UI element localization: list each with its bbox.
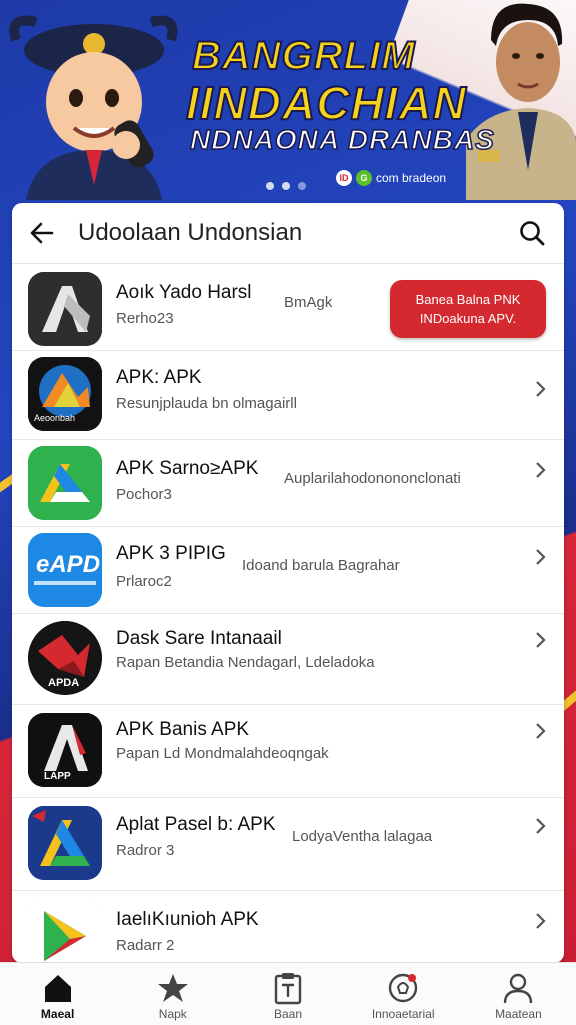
app-name: APK Sarno≥APK (116, 458, 259, 479)
app-icon-label: eAPD (36, 551, 101, 578)
nav-tab-clipboard[interactable]: Baan (230, 963, 345, 1025)
app-name: Aplat Pasel b: APK (116, 814, 276, 835)
drive-triangle-icon (28, 446, 102, 520)
chevron-right-icon[interactable] (530, 630, 550, 650)
list-header: Udoolaan Undonsian (12, 203, 564, 264)
app-icon: LAPP (28, 713, 102, 787)
nav-tab-favorites[interactable]: Napk (115, 963, 230, 1025)
star-icon (157, 974, 188, 1002)
clipboard-icon (274, 973, 302, 1005)
app-name: IaelıKıunioh APK (116, 909, 259, 930)
list-item[interactable]: APK Sarno≥APK Pochor3 Auplarilahodononon… (12, 440, 564, 527)
banner-title-line-1: BANGRLIM (191, 33, 416, 79)
list-item[interactable]: Aoık Yado Harsl Rerho23 BmAgk Banea Baln… (12, 264, 564, 351)
app-icon: eAPD (28, 533, 102, 607)
list-item[interactable]: Aeoonbah APK: APK Resunjplauda bn olmaga… (12, 351, 564, 440)
carousel-dot[interactable] (282, 182, 290, 190)
app-subtitle: Papan Ld Mondmalahdeoqngak (116, 745, 329, 762)
page-title: Udoolaan Undonsian (78, 219, 303, 246)
list-item[interactable]: Aplat Pasel b: APK Radror 3 LodyaVentha … (12, 798, 564, 891)
app-subtitle: Rerho23 (116, 310, 174, 327)
banner-title-line-3: NDNAONA DRANBAS (189, 123, 495, 156)
app-icon (28, 806, 102, 880)
app-name: APK 3 PIPIG (116, 543, 226, 564)
list-item[interactable]: APDA Dask Sare Intanaail Rapan Betandia … (12, 614, 564, 705)
play-store-icon (28, 899, 102, 963)
profile-icon (504, 973, 533, 1004)
search-button[interactable] (516, 217, 548, 249)
app-list-card: Udoolaan Undonsian Aoık Yado Harsl Rerho… (12, 203, 564, 963)
app-meta: Auplarilahodonononclonati (284, 470, 461, 487)
chevron-right-icon[interactable] (530, 460, 550, 480)
chevron-right-icon[interactable] (530, 547, 550, 567)
notification-bulb-icon (389, 973, 418, 1003)
app-list: Aoık Yado Harsl Rerho23 BmAgk Banea Baln… (12, 264, 564, 963)
cta-label-line1: Banea Balna PNK (415, 292, 521, 307)
app-name: Dask Sare Intanaail (116, 628, 282, 649)
nav-tab-label: Innoaetarial (371, 1007, 435, 1021)
carousel-dot[interactable] (298, 182, 306, 190)
app-icon (28, 899, 102, 963)
nav-tab-profile[interactable]: Maatean (461, 963, 576, 1025)
app-name: APK: APK (116, 367, 202, 388)
app-name: APK Banis APK (116, 719, 250, 740)
app-name: Aoık Yado Harsl (116, 282, 252, 303)
promo-badge: G (356, 170, 372, 186)
promo-text: com bradeon (376, 171, 447, 185)
chevron-right-icon[interactable] (530, 379, 550, 399)
chevron-right-icon[interactable] (530, 721, 550, 741)
banner-title-line-2: IINDACHIAN (185, 76, 467, 130)
download-button[interactable]: Banea Balna PNK INDoakuna APV. (390, 280, 546, 338)
app-subtitle: Radror 3 (116, 842, 175, 859)
bottom-navigation: Maeal Napk Baan Innoaetarial Maatean (0, 962, 576, 1025)
promo-tag: ID G com bradeon (336, 170, 446, 186)
app-icon: Aeoonbah (28, 357, 102, 431)
colorful-triangle-logo-icon (28, 806, 102, 880)
mascot-illustration (9, 15, 178, 200)
app-icon (28, 446, 102, 520)
chevron-right-icon[interactable] (530, 911, 550, 931)
app-icon-label: LAPP (44, 771, 71, 782)
app-icon-label: APDA (48, 677, 80, 689)
arrow-left-icon (30, 222, 54, 244)
app-subtitle: Resunjplauda bn olmagairll (116, 395, 297, 412)
list-item[interactable]: LAPP APK Banis APK Papan Ld Mondmalahdeo… (12, 705, 564, 798)
letter-a-logo-icon (28, 272, 102, 346)
promo-banner[interactable]: BANGRLIM IINDACHIAN NDNAONA DRANBAS ID G… (0, 0, 576, 205)
nav-tab-notifications[interactable]: Innoaetarial (346, 963, 461, 1025)
nav-tab-label: Maeal (40, 1007, 75, 1021)
app-subtitle: Radarr 2 (116, 937, 175, 954)
list-item[interactable]: eAPD APK 3 PIPIG Prlaroc2 Idoand barula … (12, 527, 564, 614)
nav-tab-label: Baan (273, 1007, 303, 1021)
app-icon: APDA (28, 621, 102, 695)
carousel-indicator[interactable] (266, 182, 306, 190)
app-subtitle: Prlaroc2 (116, 573, 172, 590)
list-item[interactable]: IaelıKıunioh APK Radarr 2 (12, 891, 564, 963)
app-meta: BmAgk (284, 294, 333, 311)
app-subtitle: Pochor3 (116, 486, 172, 503)
app-icon-label: Aeoonbah (34, 413, 76, 423)
app-icon (28, 272, 102, 346)
officer-photo (466, 3, 576, 200)
carousel-dot-active[interactable] (266, 182, 274, 190)
home-icon (44, 975, 71, 1002)
back-button[interactable] (12, 203, 72, 263)
search-icon (520, 221, 545, 246)
nav-tab-home[interactable]: Maeal (0, 963, 115, 1025)
app-subtitle: Rapan Betandia Nendagarl, Ldeladoka (116, 654, 375, 671)
promo-badge: ID (336, 170, 352, 186)
nav-tab-label: Maatean (495, 1007, 542, 1021)
chevron-right-icon[interactable] (530, 816, 550, 836)
app-meta: Idoand barula Bagrahar (242, 557, 400, 574)
cta-label-line2: INDoakuna APV. (419, 311, 517, 326)
nav-tab-label: Napk (158, 1007, 187, 1021)
app-meta: LodyaVentha lalagaa (292, 828, 433, 845)
